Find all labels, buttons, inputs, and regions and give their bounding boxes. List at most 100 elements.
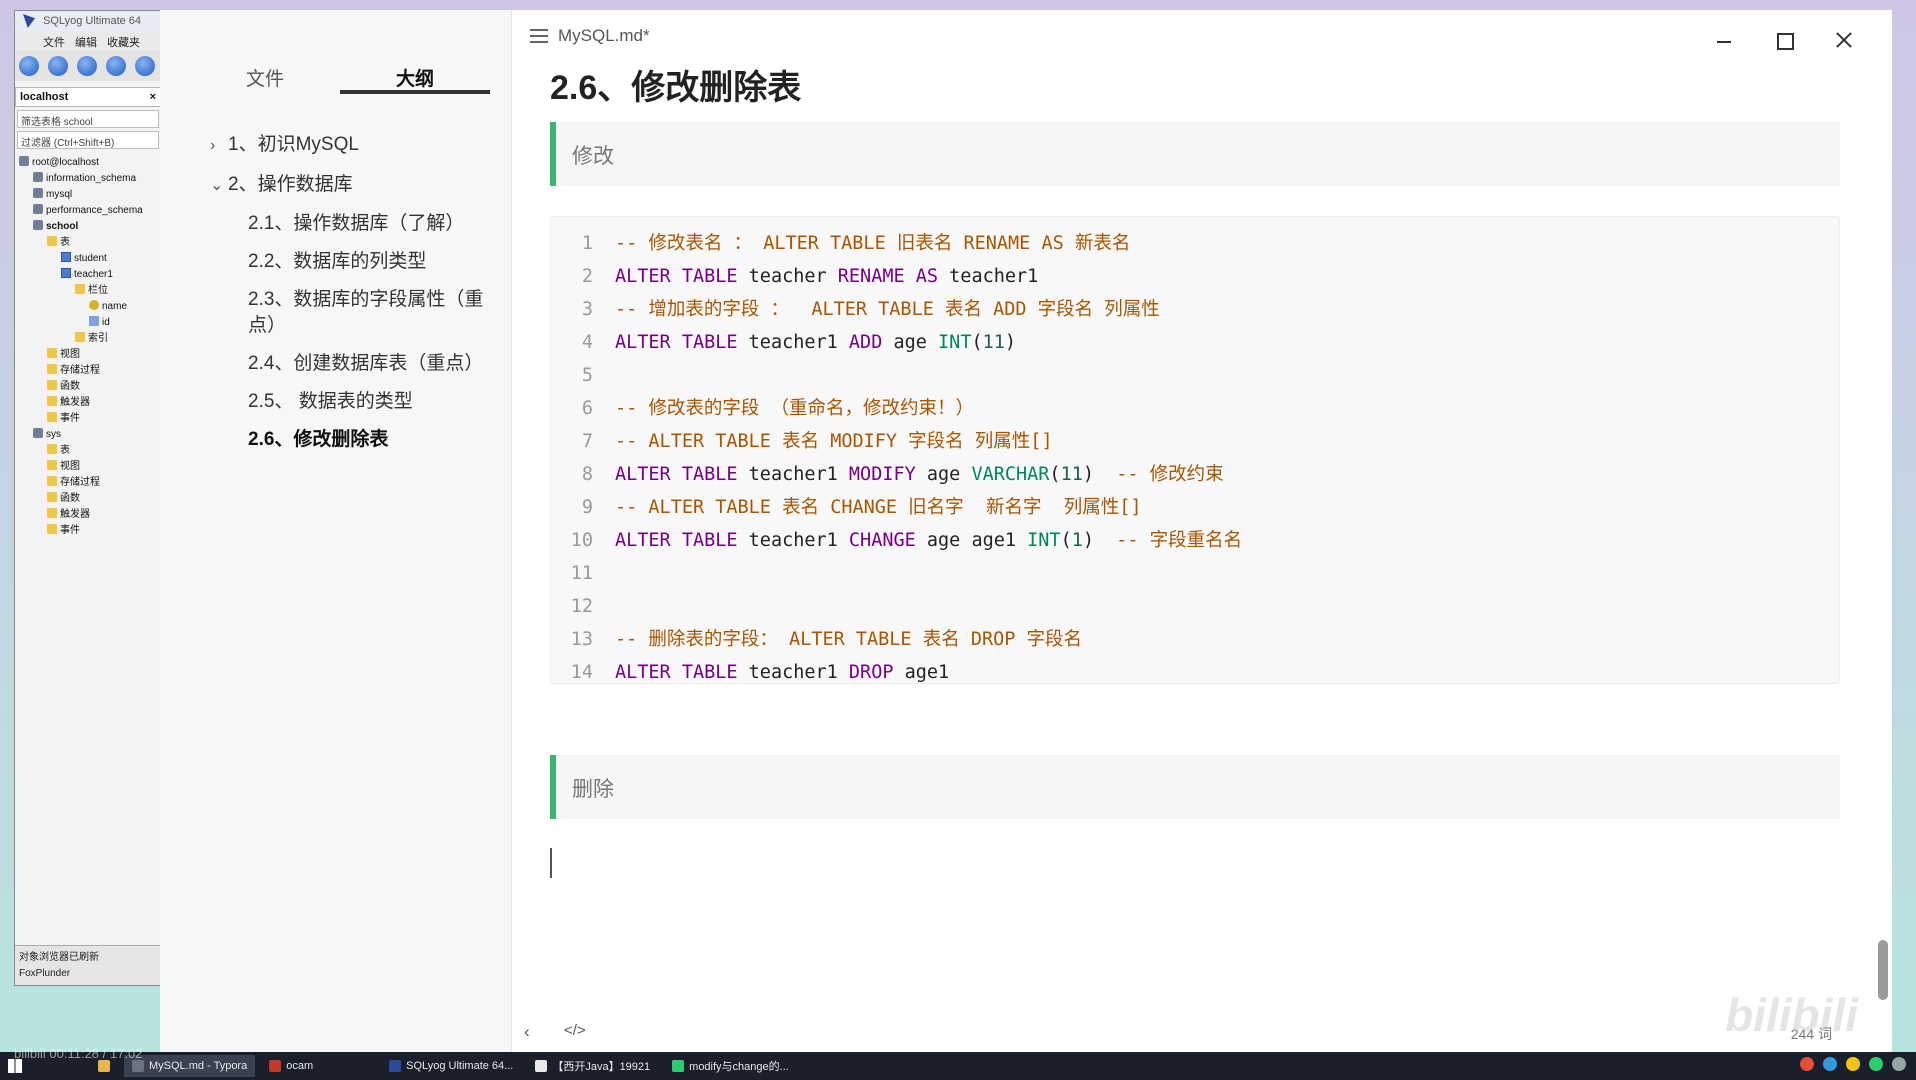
- code-token: (: [1060, 530, 1072, 551]
- tree-node[interactable]: 栏位: [19, 283, 161, 299]
- line-number: 4: [581, 332, 593, 353]
- tree-node[interactable]: 索引: [19, 331, 161, 347]
- toolbar-more-icon[interactable]: [135, 56, 155, 76]
- tree-node[interactable]: 函数: [19, 491, 161, 507]
- tree-node[interactable]: 视图: [19, 347, 161, 363]
- tree-node-label: name: [102, 301, 128, 312]
- toolbar-connect-icon[interactable]: [19, 56, 39, 76]
- code-line: 1 -- 修改表名 ： ALTER TABLE 旧表名 RENAME AS 新表名: [551, 227, 1839, 260]
- section-heading[interactable]: 2.6、修改删除表: [550, 60, 801, 109]
- tree-node[interactable]: 事件: [19, 523, 161, 539]
- folder-icon: [75, 332, 85, 342]
- code-token: ALTER TABLE: [615, 662, 738, 683]
- outline-item[interactable]: 2.2、数据库的列类型: [160, 243, 512, 281]
- tree-node[interactable]: name: [19, 299, 161, 315]
- taskbar-item[interactable]: ocam: [261, 1055, 321, 1077]
- tree-node[interactable]: student: [19, 251, 161, 267]
- code-text: ALTER TABLE teacher1 MODIFY age VARCHAR(…: [615, 458, 1224, 491]
- tree-node[interactable]: information_schema: [19, 171, 161, 187]
- sqlyog-window: SQLyog Ultimate 64 文件 编辑 收藏夹 localhost ×…: [14, 10, 162, 986]
- object-filter-input[interactable]: 过滤器 (Ctrl+Shift+B): [17, 131, 159, 149]
- tree-node[interactable]: id: [19, 315, 161, 331]
- tree-node[interactable]: sys: [19, 427, 161, 443]
- toolbar-restore-icon[interactable]: [106, 56, 126, 76]
- outline-item-label: 2.1、操作数据库（了解）: [248, 213, 465, 234]
- code-block[interactable]: 1 -- 修改表名 ： ALTER TABLE 旧表名 RENAME AS 新表名…: [550, 216, 1840, 684]
- maximize-button[interactable]: [1774, 30, 1794, 50]
- blockquote-modify[interactable]: 修改: [550, 122, 1840, 186]
- code-line: 13 -- 删除表的字段： ALTER TABLE 表名 DROP 字段名: [551, 623, 1839, 656]
- tray-notification-icon[interactable]: [1892, 1057, 1906, 1071]
- outline-item-label: 2.3、数据库的字段属性（重点）: [248, 289, 484, 336]
- tree-node[interactable]: 事件: [19, 411, 161, 427]
- tree-node[interactable]: teacher1: [19, 267, 161, 283]
- sqlyog-menu-file[interactable]: 文件: [43, 34, 65, 51]
- outline-item[interactable]: 2.4、创建数据库表（重点）: [160, 345, 512, 383]
- outline-item[interactable]: ⌄ 2、操作数据库: [160, 165, 512, 205]
- tray-app-icon[interactable]: [1800, 1057, 1814, 1071]
- tree-node-label: student: [74, 253, 107, 264]
- tree-node-label: mysql: [46, 189, 73, 200]
- line-number: 7: [581, 431, 593, 452]
- tree-node[interactable]: 函数: [19, 379, 161, 395]
- menu-icon[interactable]: [530, 29, 548, 43]
- folder-icon: [47, 508, 57, 518]
- outline-item[interactable]: › 1、初识MySQL: [160, 125, 512, 165]
- chevron-down-icon[interactable]: ⌄: [210, 173, 223, 199]
- sqlyog-menu-favorites[interactable]: 收藏夹: [107, 34, 140, 51]
- tab-outline[interactable]: 大纲: [340, 54, 490, 94]
- toolbar-backup-icon[interactable]: [77, 56, 97, 76]
- taskbar-item[interactable]: MySQL.md - Typora: [124, 1055, 256, 1077]
- tree-node[interactable]: 视图: [19, 459, 161, 475]
- tree-node[interactable]: root@localhost: [19, 155, 161, 171]
- code-token: teacher1: [737, 464, 849, 485]
- connection-tab[interactable]: localhost ×: [15, 87, 161, 107]
- code-line: 10 ALTER TABLE teacher1 CHANGE age age1 I…: [551, 524, 1839, 557]
- table-filter-field[interactable]: 筛选表格 school: [17, 110, 159, 128]
- tree-node[interactable]: 存储过程: [19, 363, 161, 379]
- tree-node[interactable]: 表: [19, 443, 161, 459]
- tree-node-label: root@localhost: [32, 157, 99, 168]
- outline-item[interactable]: 2.5、 数据表的类型: [160, 383, 512, 421]
- sqlyog-titlebar: SQLyog Ultimate 64: [15, 11, 161, 31]
- code-line: 9 -- ALTER TABLE 表名 CHANGE 旧名字 新名字 列属性[]: [551, 491, 1839, 524]
- typora-footer: ‹ </> 244 词 bilibili: [512, 989, 1892, 1052]
- taskbar-item[interactable]: 【西开Java】19921: [527, 1055, 658, 1077]
- tree-node[interactable]: performance_schema: [19, 203, 161, 219]
- outline-item[interactable]: 2.3、数据库的字段属性（重点）: [160, 281, 512, 345]
- code-text: ALTER TABLE teacher RENAME AS teacher1: [615, 260, 1038, 293]
- outline-item[interactable]: 2.6、修改删除表: [160, 421, 512, 459]
- code-text: ALTER TABLE teacher1 ADD age INT(11): [615, 326, 1016, 359]
- tab-files[interactable]: 文件: [190, 54, 340, 94]
- sqlyog-menu-edit[interactable]: 编辑: [75, 34, 97, 51]
- scrollbar[interactable]: [1878, 940, 1888, 1000]
- tree-node[interactable]: 存储过程: [19, 475, 161, 491]
- outline-item-label: 2、操作数据库: [228, 174, 353, 195]
- tree-node[interactable]: 表: [19, 235, 161, 251]
- tray-network-icon[interactable]: [1823, 1057, 1837, 1071]
- tray-volume-icon[interactable]: [1846, 1057, 1860, 1071]
- close-button[interactable]: [1834, 30, 1854, 50]
- minimize-button[interactable]: [1714, 30, 1734, 50]
- taskbar-item-label: MySQL.md - Typora: [149, 1060, 248, 1072]
- outline-item[interactable]: 2.1、操作数据库（了解）: [160, 205, 512, 243]
- db-icon: [33, 220, 43, 230]
- table-icon: [61, 268, 71, 278]
- close-icon[interactable]: ×: [150, 91, 156, 103]
- taskbar-item[interactable]: SQLyog Ultimate 64...: [381, 1055, 521, 1077]
- code-token: MODIFY: [848, 464, 916, 485]
- taskbar-item[interactable]: modify与change的...: [664, 1055, 797, 1077]
- tree-node[interactable]: school: [19, 219, 161, 235]
- chevron-left-icon[interactable]: ‹: [524, 1022, 530, 1042]
- tree-node[interactable]: 触发器: [19, 507, 161, 523]
- tree-node[interactable]: 触发器: [19, 395, 161, 411]
- tray-wechat-icon[interactable]: [1869, 1057, 1883, 1071]
- code-token: age: [882, 332, 939, 353]
- code-token: -- 字段重名名: [1116, 530, 1243, 551]
- code-icon[interactable]: </>: [564, 1022, 586, 1039]
- folder-icon: [47, 412, 57, 422]
- blockquote-delete[interactable]: 删除: [550, 755, 1840, 819]
- tree-node[interactable]: mysql: [19, 187, 161, 203]
- toolbar-refresh-icon[interactable]: [48, 56, 68, 76]
- chevron-right-icon[interactable]: ›: [210, 133, 215, 159]
